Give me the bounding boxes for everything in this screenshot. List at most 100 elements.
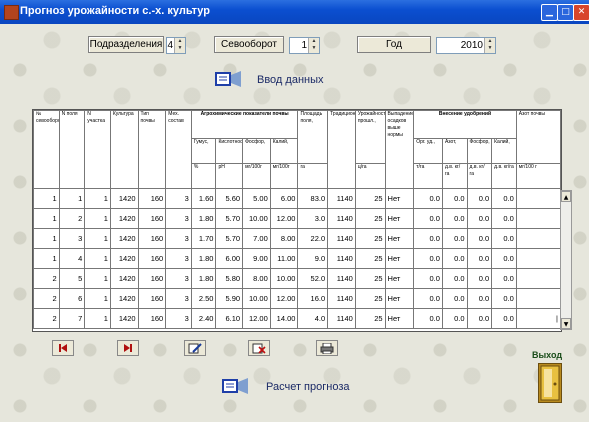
minimize-button[interactable]: ▁: [541, 4, 558, 21]
table-cell[interactable]: 0.0: [413, 288, 443, 309]
table-cell[interactable]: 52.0: [297, 268, 329, 289]
last-record-button[interactable]: [117, 340, 139, 356]
table-row[interactable]: 1 3 1 1420 160 3 1.70 5.70 7.00 8.00 22.0 1140 25 Нет…: [33, 228, 561, 249]
table-cell[interactable]: 0.0: [466, 188, 493, 209]
forecast-icon[interactable]: [222, 377, 248, 395]
close-button[interactable]: ✕: [573, 4, 589, 21]
table-cell[interactable]: 12.00: [242, 308, 271, 329]
table-cell[interactable]: 1: [84, 248, 111, 269]
spinner-arrows-icon[interactable]: ▲ ▼: [308, 38, 319, 53]
table-cell[interactable]: Нет: [384, 208, 415, 229]
table-cell[interactable]: 83.0: [297, 188, 329, 209]
table-cell[interactable]: 2.40: [190, 308, 217, 329]
table-cell[interactable]: 160: [137, 228, 167, 249]
table-cell[interactable]: 0.0: [413, 208, 443, 229]
table-cell[interactable]: 0.0: [466, 248, 493, 269]
table-cell[interactable]: 0.0: [413, 228, 443, 249]
table-cell[interactable]: 10.00: [242, 288, 271, 309]
spinner-arrows-icon[interactable]: ▲ ▼: [484, 38, 495, 53]
table-cell[interactable]: 3.0: [297, 208, 329, 229]
table-cell[interactable]: 1140: [327, 188, 356, 209]
table-cell[interactable]: 4: [58, 248, 86, 269]
table-cell[interactable]: 2: [58, 208, 86, 229]
table-cell[interactable]: [515, 248, 561, 269]
table-cell[interactable]: 0.0: [441, 248, 468, 269]
maximize-button[interactable]: □: [557, 4, 574, 21]
table-cell[interactable]: 160: [137, 248, 167, 269]
table-cell[interactable]: 9.00: [242, 248, 271, 269]
table-cell[interactable]: 1: [84, 208, 111, 229]
table-cell[interactable]: 5: [58, 268, 86, 289]
table-cell[interactable]: 1420: [109, 248, 139, 269]
table-cell[interactable]: 0.0: [441, 228, 468, 249]
table-cell[interactable]: 0.0: [491, 208, 517, 229]
table-cell[interactable]: 0.0: [466, 288, 493, 309]
table-cell[interactable]: 0.0: [466, 308, 493, 329]
table-cell[interactable]: 12.00: [269, 208, 299, 229]
table-cell[interactable]: 0.0: [491, 308, 517, 329]
table-cell[interactable]: 25: [354, 228, 386, 249]
rotation-button[interactable]: Севооборот: [214, 36, 284, 53]
table-cell[interactable]: 25: [354, 208, 386, 229]
input-data-label[interactable]: Ввод данных: [257, 74, 324, 86]
table-cell[interactable]: 1420: [109, 208, 139, 229]
table-cell[interactable]: 1: [84, 188, 111, 209]
table-cell[interactable]: 0.0: [413, 188, 443, 209]
table-cell[interactable]: 14.00: [269, 308, 299, 329]
table-cell[interactable]: 0.0: [441, 188, 468, 209]
table-cell[interactable]: 6.10: [215, 308, 244, 329]
table-cell[interactable]: 9.0: [297, 248, 329, 269]
table-cell[interactable]: Нет: [384, 248, 415, 269]
print-button[interactable]: [316, 340, 338, 356]
table-cell[interactable]: 0.0: [491, 248, 517, 269]
table-cell[interactable]: Нет: [384, 288, 415, 309]
table-cell[interactable]: 16.0: [297, 288, 329, 309]
table-cell[interactable]: 1: [33, 248, 60, 269]
delete-record-button[interactable]: [248, 340, 270, 356]
first-record-button[interactable]: [52, 340, 74, 356]
table-cell[interactable]: 3: [165, 188, 192, 209]
table-cell[interactable]: Нет: [384, 228, 415, 249]
table-cell[interactable]: 1420: [109, 188, 139, 209]
table-cell[interactable]: 1140: [327, 288, 356, 309]
table-cell[interactable]: 1: [84, 268, 111, 289]
table-cell[interactable]: 160: [137, 208, 167, 229]
table-cell[interactable]: 5.70: [215, 228, 244, 249]
table-row[interactable]: 2 5 1 1420 160 3 1.80 5.80 8.00 10.00 52.0 1140 25 Не…: [33, 268, 561, 289]
table-cell[interactable]: Нет: [384, 268, 415, 289]
table-cell[interactable]: 10.00: [269, 268, 299, 289]
table-cell[interactable]: 1: [84, 308, 111, 329]
table-cell[interactable]: 0.0: [491, 228, 517, 249]
table-cell[interactable]: 1: [84, 228, 111, 249]
table-cell[interactable]: 0.0: [441, 268, 468, 289]
table-row[interactable]: 1 1 1 1420 160 3 1.60 5.60 5.00 6.00 83.0 1140 25 Нет…: [33, 188, 561, 209]
table-cell[interactable]: 25: [354, 268, 386, 289]
table-cell[interactable]: 3: [165, 208, 192, 229]
table-cell[interactable]: 5.90: [215, 288, 244, 309]
table-cell[interactable]: 7: [58, 308, 86, 329]
table-row[interactable]: 2 6 1 1420 160 3 2.50 5.90 10.00 12.00 16.0 1140 25 Н…: [33, 288, 561, 309]
table-cell[interactable]: 0.0: [466, 268, 493, 289]
input-data-icon[interactable]: [215, 70, 241, 88]
scroll-down-icon[interactable]: ▼: [561, 318, 571, 329]
subdivisions-spinner[interactable]: 4 ▲ ▼: [166, 37, 186, 54]
table-cell[interactable]: [515, 268, 561, 289]
edit-record-button[interactable]: [184, 340, 206, 356]
table-cell[interactable]: 160: [137, 188, 167, 209]
table-row[interactable]: 1 4 1 1420 160 3 1.80 6.00 9.00 11.00 9.0 1140 25 Нет…: [33, 248, 561, 269]
title-bar[interactable]: Прогноз урожайности с.-х. культур ▁ □ ✕: [0, 0, 589, 24]
table-cell[interactable]: 1: [33, 228, 60, 249]
table-cell[interactable]: 1420: [109, 308, 139, 329]
table-cell[interactable]: 7.00: [242, 228, 271, 249]
table-cell[interactable]: 1.80: [190, 248, 217, 269]
table-cell[interactable]: [515, 228, 561, 249]
table-cell[interactable]: 1.80: [190, 268, 217, 289]
table-row[interactable]: 2 7 1 1420 160 3 2.40 6.10 12.00 14.00 4.0 1140 25 Не…: [33, 308, 561, 329]
table-cell[interactable]: 0.0: [466, 208, 493, 229]
table-cell[interactable]: 1140: [327, 308, 356, 329]
table-cell[interactable]: 8.00: [242, 268, 271, 289]
table-cell[interactable]: |: [515, 308, 561, 329]
table-cell[interactable]: Нет: [384, 188, 415, 209]
table-cell[interactable]: 5.80: [215, 268, 244, 289]
table-cell[interactable]: 5.60: [215, 188, 244, 209]
